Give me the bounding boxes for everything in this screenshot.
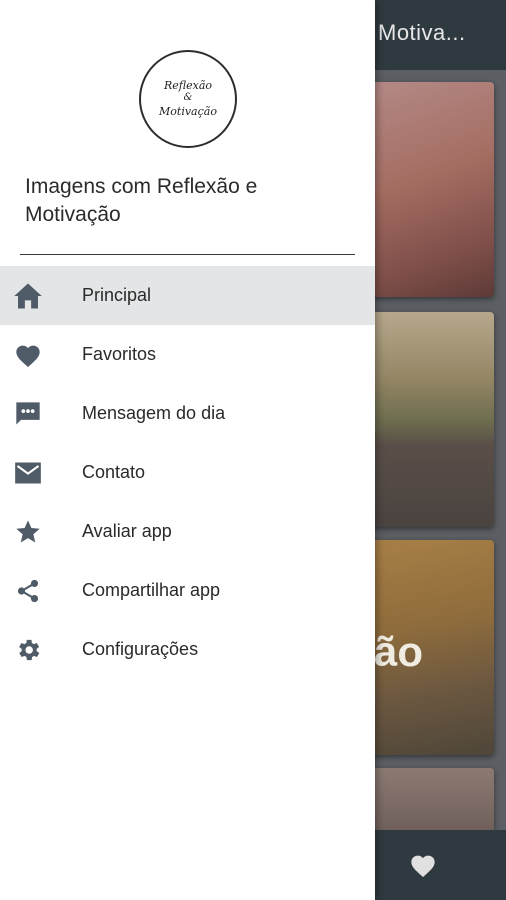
menu-item-label: Favoritos (82, 344, 157, 364)
star-icon (13, 517, 43, 547)
drawer-title: Imagens com Reflexão e Motivação (25, 175, 258, 226)
menu-item-label: Configurações (82, 639, 199, 659)
logo-text: Motivação (159, 105, 217, 118)
card-overlay-text: ão (374, 628, 424, 675)
menu-item-label: Mensagem do dia (82, 403, 226, 423)
message-icon (13, 399, 43, 429)
divider (20, 254, 355, 255)
drawer-menu: Principal Favoritos Mensagem do dia Cont… (0, 266, 375, 679)
image-card[interactable] (362, 312, 494, 527)
favorites-heart-icon[interactable] (409, 852, 437, 883)
menu-item-label: Contato (82, 462, 146, 482)
gear-icon (13, 635, 43, 665)
navigation-drawer: Reflexão & Motivação Imagens com Reflexã… (0, 0, 375, 900)
logo-text: & (183, 92, 193, 103)
image-card[interactable]: ão (362, 540, 494, 755)
menu-item-mensagem-do-dia[interactable]: Mensagem do dia (0, 384, 375, 443)
menu-item-favoritos[interactable]: Favoritos (0, 325, 375, 384)
menu-item-label: Compartilhar app (82, 580, 221, 600)
heart-icon (13, 340, 43, 370)
app-logo: Reflexão & Motivação (139, 50, 237, 148)
menu-item-compartilhar-app[interactable]: Compartilhar app (0, 561, 375, 620)
share-icon (13, 576, 43, 606)
mail-icon (13, 458, 43, 488)
menu-item-label: Principal (82, 285, 152, 305)
image-card[interactable] (362, 82, 494, 297)
menu-item-principal[interactable]: Principal (0, 266, 375, 325)
menu-item-contato[interactable]: Contato (0, 443, 375, 502)
home-icon (13, 281, 43, 311)
menu-item-avaliar-app[interactable]: Avaliar app (0, 502, 375, 561)
logo-text: Reflexão (163, 79, 213, 92)
image-card[interactable] (362, 768, 494, 838)
app-title: Motiva... (378, 20, 466, 45)
menu-item-configuracoes[interactable]: Configurações (0, 620, 375, 679)
menu-item-label: Avaliar app (82, 521, 172, 541)
